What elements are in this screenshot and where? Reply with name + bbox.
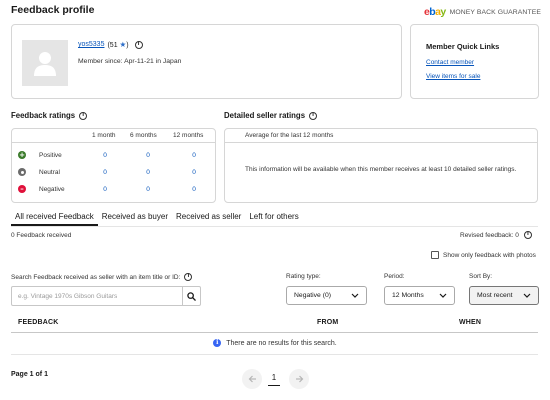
rating-label: Neutral [39, 168, 60, 176]
avatar [22, 40, 68, 86]
info-icon[interactable]: i [523, 231, 532, 239]
period-select[interactable]: 12 Months [384, 286, 455, 305]
detailed-ratings-title: Detailed seller ratings [224, 111, 306, 120]
info-icon[interactable]: i [309, 111, 318, 120]
quick-links-card: Member Quick Links Contact member View i… [410, 24, 539, 99]
previous-page-button[interactable] [242, 369, 262, 389]
rating-row-positive: + Positive 0 0 0 [18, 150, 215, 160]
photos-checkbox[interactable] [431, 251, 439, 259]
profile-card: yos5335 (51 ★) i Member since: Apr-11-21… [11, 24, 402, 99]
plus-icon: + [18, 150, 26, 159]
rating-type-value: Negative (0) [294, 292, 332, 299]
header-divider [225, 142, 537, 143]
table-bottom-divider [11, 354, 538, 355]
quick-links-title: Member Quick Links [426, 42, 500, 51]
search-label-text: Search Feedback received as seller with … [11, 273, 181, 281]
rating-row-negative: – Negative 0 0 0 [18, 184, 215, 194]
rating-value[interactable]: 0 [143, 169, 153, 176]
photos-filter[interactable]: Show only feedback with photos [431, 251, 536, 259]
col-header-12-months: 12 months [173, 132, 204, 139]
rating-value[interactable]: 0 [189, 186, 199, 193]
view-items-link[interactable]: View items for sale [426, 73, 480, 80]
member-since: Member since: Apr-11-21 in Japan [78, 58, 182, 65]
period-value: 12 Months [392, 292, 424, 299]
no-results-text: There are no results for this search. [226, 339, 337, 347]
detailed-ratings-message: This information will be available when … [245, 166, 517, 173]
column-header-feedback: FEEDBACK [18, 319, 59, 326]
column-header-when: WHEN [459, 319, 482, 326]
tab-received-as-seller[interactable]: Received as seller [172, 212, 245, 226]
search-box [11, 286, 201, 306]
feedback-score[interactable]: (51 ★) [107, 40, 128, 49]
neutral-icon [18, 168, 26, 176]
username-link[interactable]: yos5335 [78, 41, 104, 48]
money-back-guarantee[interactable]: ebay MONEY BACK GUARANTEE [424, 6, 541, 18]
rating-type-label: Rating type: [286, 273, 321, 280]
arrow-left-icon [248, 375, 256, 383]
photos-checkbox-label: Show only feedback with photos [443, 251, 536, 259]
chevron-down-icon [523, 293, 531, 298]
info-icon[interactable]: i [184, 273, 193, 281]
search-input[interactable] [12, 287, 182, 305]
col-header-6-months: 6 months [130, 132, 157, 139]
rating-row-neutral: Neutral 0 0 0 [18, 167, 215, 177]
rating-value[interactable]: 0 [143, 186, 153, 193]
feedback-ratings-card: 1 month 6 months 12 months + Positive 0 … [11, 128, 216, 203]
feedback-ratings-title: Feedback ratings [11, 111, 76, 120]
tabs-divider [11, 226, 538, 227]
page-info: Page 1 of 1 [11, 371, 48, 378]
detailed-ratings-card: Average for the last 12 months This info… [224, 128, 538, 203]
chevron-down-icon [351, 293, 359, 298]
feedback-score-value: (51 [107, 42, 118, 49]
tab-received-as-buyer[interactable]: Received as buyer [98, 212, 172, 226]
rating-value[interactable]: 0 [100, 152, 110, 159]
info-icon: i [213, 339, 222, 347]
revised-feedback-text: Revised feedback: 0 [460, 231, 519, 239]
rating-value[interactable]: 0 [189, 152, 199, 159]
page-title: Feedback profile [11, 4, 95, 16]
col-header-1-month: 1 month [92, 132, 116, 139]
rating-value[interactable]: 0 [189, 169, 199, 176]
rating-type-select[interactable]: Negative (0) [286, 286, 367, 305]
tab-left-for-others[interactable]: Left for others [245, 212, 302, 226]
info-icon[interactable]: i [134, 40, 143, 49]
sort-select[interactable]: Most recent [469, 286, 539, 305]
period-label: Period: [384, 273, 405, 280]
user-silhouette-icon [34, 52, 56, 76]
page-number-current[interactable]: 1 [268, 373, 280, 386]
rating-label: Negative [39, 185, 65, 193]
detailed-ratings-header: Average for the last 12 months [245, 132, 334, 139]
ebay-logo: ebay [424, 6, 446, 18]
tab-all-received[interactable]: All received Feedback [11, 212, 98, 226]
header-divider [12, 142, 215, 143]
detailed-ratings-heading: Detailed seller ratings i [224, 111, 318, 120]
user-line: yos5335 (51 ★) i [78, 40, 143, 49]
chevron-down-icon [439, 293, 447, 298]
rating-value[interactable]: 0 [100, 169, 110, 176]
search-label: Search Feedback received as seller with … [11, 273, 193, 281]
feedback-tabs: All received Feedback Received as buyer … [11, 212, 303, 226]
sort-label: Sort By: [469, 273, 493, 280]
column-header-from: FROM [317, 319, 339, 326]
search-icon [187, 291, 196, 301]
guarantee-text: MONEY BACK GUARANTEE [449, 8, 541, 16]
feedback-count: 0 Feedback received [11, 232, 72, 239]
feedback-score-close: ) [126, 42, 129, 49]
next-page-button[interactable] [289, 369, 309, 389]
no-results-message: i There are no results for this search. [0, 339, 550, 347]
feedback-ratings-heading: Feedback ratings i [11, 111, 88, 120]
minus-icon: – [18, 185, 26, 193]
contact-member-link[interactable]: Contact member [426, 59, 474, 66]
rating-value[interactable]: 0 [143, 152, 153, 159]
rating-value[interactable]: 0 [100, 186, 110, 193]
arrow-right-icon [295, 375, 303, 383]
revised-feedback: Revised feedback: 0 i [460, 231, 532, 239]
sort-value: Most recent [477, 292, 513, 299]
table-header-divider [11, 332, 538, 333]
info-icon[interactable]: i [79, 111, 88, 120]
rating-label: Positive [39, 151, 62, 159]
search-button[interactable] [182, 287, 200, 305]
